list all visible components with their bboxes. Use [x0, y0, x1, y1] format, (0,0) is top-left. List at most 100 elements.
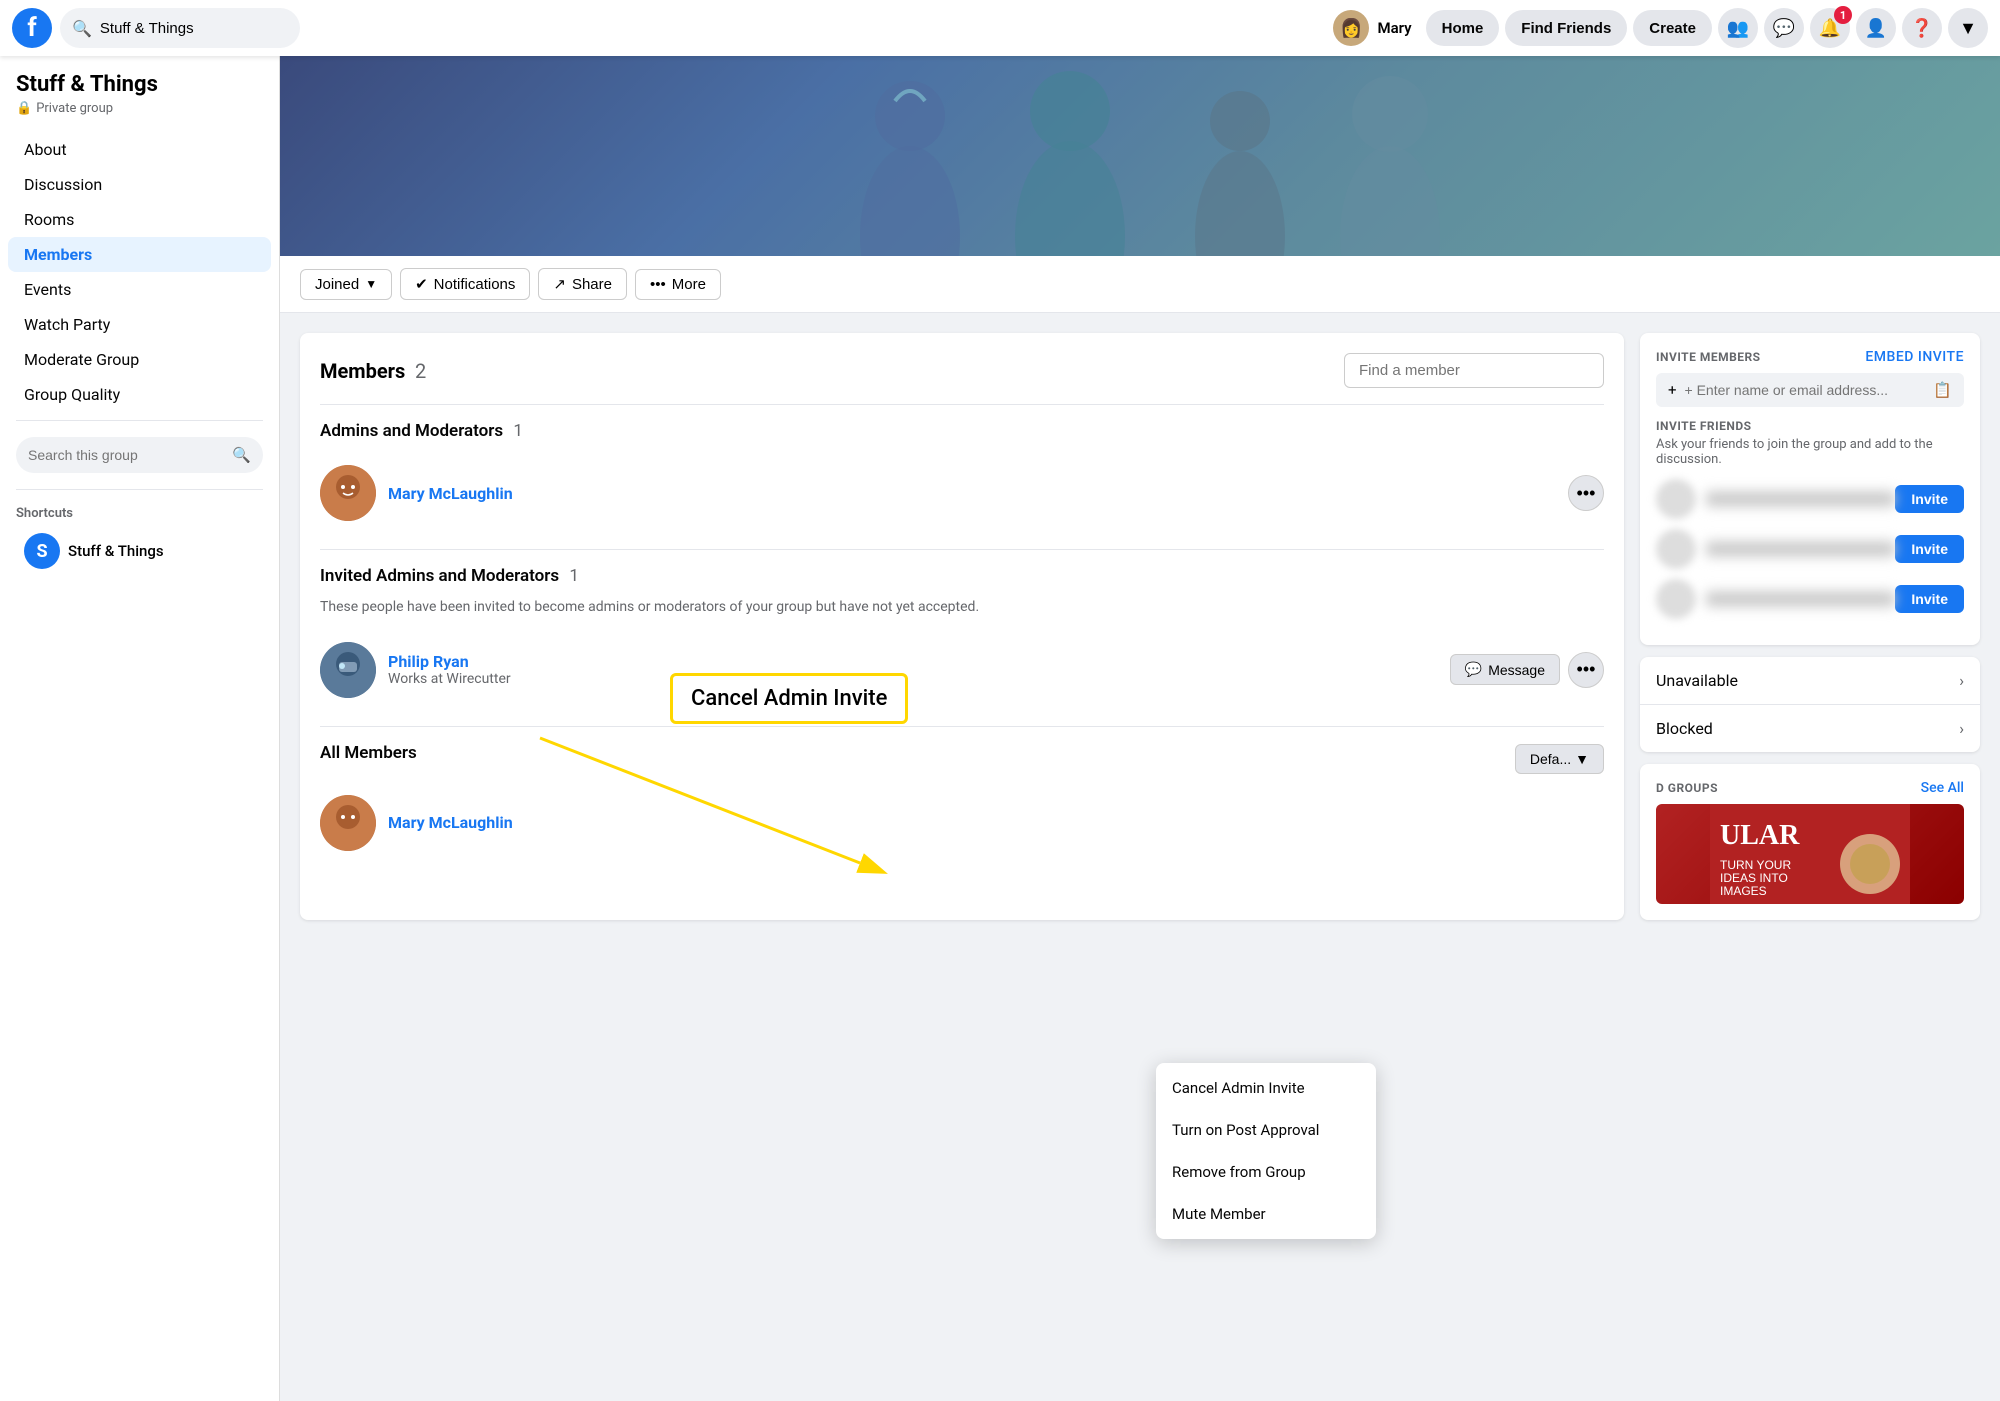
- related-groups-card: D GROUPS See All ULAR TURN YOUR IDEAS IN…: [1640, 764, 1980, 920]
- action-bar: Joined ▼ ✔ Notifications ↗ Share ••• Mor…: [280, 256, 2000, 313]
- dropdown-cancel-admin-invite[interactable]: Cancel Admin Invite: [1156, 1067, 1376, 1109]
- friend-name-2: [1706, 541, 1895, 557]
- check-icon: ✔: [415, 275, 428, 293]
- friend-avatar-2: [1656, 529, 1696, 569]
- mary-avatar-illustration: [320, 465, 376, 521]
- create-button[interactable]: Create: [1633, 10, 1712, 46]
- invited-actions: 💬 Message •••: [1450, 652, 1604, 688]
- message-button[interactable]: 💬 Message: [1450, 654, 1560, 685]
- mary-avatar2: [320, 795, 376, 851]
- svg-text:IDEAS INTO: IDEAS INTO: [1720, 871, 1788, 885]
- invite-input-row[interactable]: + 📋: [1656, 373, 1964, 407]
- dropdown-mute-member[interactable]: Mute Member: [1156, 1193, 1376, 1235]
- messenger-icon-button[interactable]: 💬: [1764, 8, 1804, 48]
- find-member-input[interactable]: [1344, 353, 1604, 388]
- expand-icon-button[interactable]: ▼: [1948, 8, 1988, 48]
- popular-photography-cover: ULAR TURN YOUR IDEAS INTO IMAGES: [1710, 804, 1910, 904]
- invite-members-title: INVITE MEMBERS Embed Invite: [1656, 349, 1964, 365]
- all-member-name[interactable]: Mary McLaughlin: [388, 813, 1604, 832]
- members-count: 2: [415, 359, 426, 383]
- invited-sub: Works at Wirecutter: [388, 671, 1450, 687]
- avatar: 👩: [1333, 10, 1369, 46]
- sidebar-divider2: [16, 489, 263, 490]
- sidebar-divider: [16, 420, 263, 421]
- see-all-link[interactable]: See All: [1921, 780, 1964, 796]
- sidebar-item-discussion[interactable]: Discussion: [8, 167, 271, 202]
- lock-icon: 🔒: [16, 101, 32, 116]
- related-groups-header: D GROUPS See All: [1656, 780, 1964, 796]
- cover-illustration: [790, 56, 1490, 256]
- sidebar-item-watch-party[interactable]: Watch Party: [8, 307, 271, 342]
- default-sort-button[interactable]: Defa... ▼: [1515, 744, 1604, 774]
- friend-avatar-1: [1656, 479, 1696, 519]
- admin-name[interactable]: Mary McLaughlin: [388, 484, 1568, 503]
- sidebar-item-moderate-group[interactable]: Moderate Group: [8, 342, 271, 377]
- invite-messenger-icon: 📋: [1933, 381, 1952, 399]
- global-search-bar[interactable]: 🔍: [60, 8, 300, 48]
- sidebar: Stuff & Things 🔒 Private group About Dis…: [0, 56, 280, 1401]
- unavailable-row[interactable]: Unavailable ›: [1640, 657, 1980, 705]
- top-navigation: f 🔍 👩 Mary Home Find Friends Create 👥 💬 …: [0, 0, 2000, 56]
- find-friends-button[interactable]: Find Friends: [1505, 10, 1627, 46]
- invited-member-row: Philip Ryan Works at Wirecutter 💬 Messag…: [320, 630, 1604, 710]
- dropdown-turn-on-post-approval[interactable]: Turn on Post Approval: [1156, 1109, 1376, 1151]
- chevron-right-icon2: ›: [1959, 719, 1964, 738]
- group-type: 🔒 Private group: [0, 101, 279, 132]
- sidebar-item-members[interactable]: Members: [8, 237, 271, 272]
- add-person-icon-button[interactable]: 👤: [1856, 8, 1896, 48]
- sidebar-item-events[interactable]: Events: [8, 272, 271, 307]
- plus-icon: +: [1668, 381, 1677, 399]
- sidebar-item-group-quality[interactable]: Group Quality: [8, 377, 271, 412]
- notifications-icon-button[interactable]: 🔔 1: [1810, 8, 1850, 48]
- sidebar-item-rooms[interactable]: Rooms: [8, 202, 271, 237]
- svg-text:TURN YOUR: TURN YOUR: [1720, 858, 1791, 872]
- main-content: Joined ▼ ✔ Notifications ↗ Share ••• Mor…: [280, 56, 2000, 1401]
- members-panel: Cancel Admin Invite Members 2: [300, 333, 1624, 920]
- invite-button-2[interactable]: Invite: [1895, 535, 1964, 563]
- admin-actions: •••: [1568, 475, 1604, 511]
- section-divider3: [320, 726, 1604, 727]
- nav-user-profile[interactable]: 👩 Mary: [1325, 6, 1419, 50]
- friend-name-3: [1706, 591, 1895, 607]
- section-divider2: [320, 549, 1604, 550]
- ellipsis-icon: •••: [650, 276, 666, 293]
- related-groups-title: D GROUPS: [1656, 781, 1718, 795]
- friends-icon-button[interactable]: 👥: [1718, 8, 1758, 48]
- all-member-avatar: [320, 795, 376, 851]
- more-button[interactable]: ••• More: [635, 269, 721, 300]
- help-icon-button[interactable]: ❓: [1902, 8, 1942, 48]
- members-header: Members 2: [320, 353, 1604, 388]
- embed-invite-link[interactable]: Embed Invite: [1865, 349, 1964, 365]
- search-group-icon: 🔍: [232, 446, 251, 464]
- invite-name-input[interactable]: [1685, 382, 1926, 398]
- invite-button-3[interactable]: Invite: [1895, 585, 1964, 613]
- search-input[interactable]: [100, 20, 280, 37]
- members-title-section: Members 2: [320, 359, 426, 383]
- all-members-title: All Members: [320, 743, 417, 763]
- joined-button[interactable]: Joined ▼: [300, 269, 392, 300]
- admin-more-button[interactable]: •••: [1568, 475, 1604, 511]
- sidebar-item-about[interactable]: About: [8, 132, 271, 167]
- invited-description: These people have been invited to become…: [320, 598, 1604, 618]
- facebook-logo[interactable]: f: [12, 8, 52, 48]
- invite-members-card: INVITE MEMBERS Embed Invite + 📋 INVITE F…: [1640, 333, 1980, 645]
- chevron-down-icon2: ▼: [1575, 751, 1589, 767]
- context-dropdown-menu: Cancel Admin Invite Turn on Post Approva…: [1156, 1063, 1376, 1239]
- notifications-button[interactable]: ✔ Notifications: [400, 268, 530, 300]
- shortcut-stuff-and-things[interactable]: S Stuff & Things: [8, 525, 271, 577]
- all-member-row-mary: Mary McLaughlin: [320, 783, 1604, 863]
- right-panel: INVITE MEMBERS Embed Invite + 📋 INVITE F…: [1640, 333, 1980, 920]
- search-group-bar[interactable]: 🔍: [16, 437, 263, 473]
- search-group-input[interactable]: [28, 447, 224, 463]
- share-icon: ↗: [553, 275, 566, 293]
- section-divider: [320, 404, 1604, 405]
- nav-right-section: 👩 Mary Home Find Friends Create 👥 💬 🔔 1 …: [1325, 6, 1988, 50]
- dropdown-remove-from-group[interactable]: Remove from Group: [1156, 1151, 1376, 1193]
- home-button[interactable]: Home: [1426, 10, 1500, 46]
- invited-name[interactable]: Philip Ryan: [388, 652, 1450, 671]
- invited-more-button[interactable]: •••: [1568, 652, 1604, 688]
- share-button[interactable]: ↗ Share: [538, 268, 627, 300]
- chevron-down-icon: ▼: [365, 277, 377, 291]
- invite-button-1[interactable]: Invite: [1895, 485, 1964, 513]
- blocked-row[interactable]: Blocked ›: [1640, 705, 1980, 752]
